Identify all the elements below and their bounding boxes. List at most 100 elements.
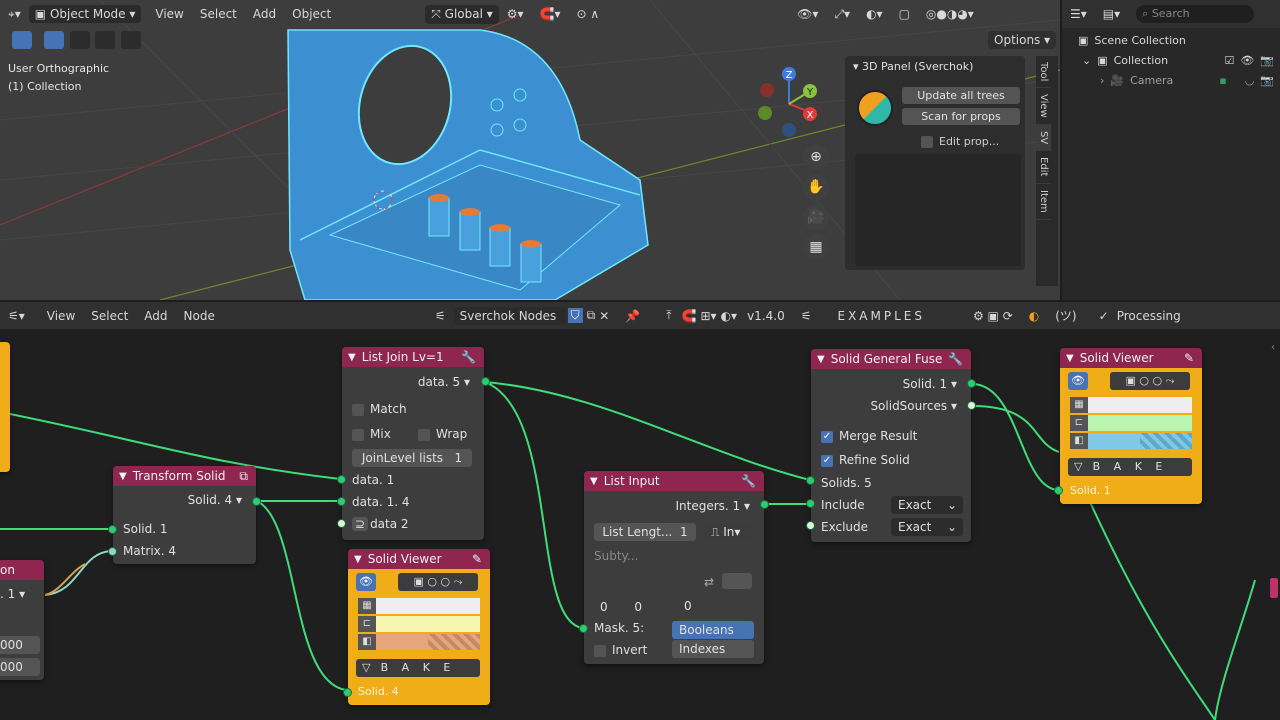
gizmo-icon[interactable]: ⤢▾ (834, 7, 850, 22)
transform-solid-title[interactable]: ▼ Transform Solid ⧉ (113, 466, 256, 486)
checkbox-icon[interactable]: ☑ (1224, 54, 1234, 67)
edit-prop-checkbox[interactable] (921, 136, 933, 148)
list-input-mask-socket[interactable] (579, 624, 588, 633)
booleans-option[interactable]: Booleans (672, 621, 754, 639)
3d-viewport[interactable]: ⌖▾ ▣ Object Mode ▾ View Select Add Objec… (0, 0, 1060, 300)
fuse-in-exclude-socket[interactable] (806, 521, 815, 530)
bake-button-b[interactable]: ▽ B A K E (1068, 458, 1192, 476)
face-icon[interactable]: ◧ (1070, 433, 1088, 449)
face-color-swatch[interactable] (1088, 433, 1140, 449)
invert-checkbox[interactable] (594, 644, 606, 657)
transform-solid-node[interactable]: ▼ Transform Solid ⧉ Solid. 4 ▾ Solid. 1 Ma… (113, 466, 256, 564)
grid-icon[interactable]: ▦ (358, 598, 376, 614)
edge-icon[interactable]: ⊏ (1070, 415, 1088, 431)
display-mode-icon[interactable]: ▤▾ (1103, 7, 1120, 21)
offscreen-field-1[interactable]: 000 (0, 636, 40, 654)
fuse-out1-socket[interactable] (967, 379, 976, 388)
toggle-icon[interactable] (722, 573, 752, 589)
eye-icon[interactable]: 👁 (356, 573, 376, 591)
visibility-icon[interactable]: 👁▾ (797, 7, 818, 21)
list-join-in3-socket[interactable] (337, 519, 346, 528)
match-toggle[interactable]: Match (352, 402, 407, 416)
include-mode-select[interactable]: Exact ⌄ (891, 496, 963, 514)
value-3[interactable]: 0 (684, 599, 692, 613)
chevron-left-icon[interactable]: ‹ (1271, 342, 1275, 353)
list-input-title[interactable]: ▼ List Input 🔧 (584, 471, 764, 491)
eye-icon[interactable]: 👁 (1068, 372, 1088, 390)
fuse-title[interactable]: ▼ Solid General Fuse 🔧 (811, 349, 971, 369)
list-join-title[interactable]: ▼ List Join Lv=1 🔧 (342, 347, 484, 367)
camera-render-icon[interactable]: 📷 (1260, 54, 1274, 67)
list-join-out-socket[interactable] (481, 377, 490, 386)
input-mode-select[interactable]: ⎍ In▾ (704, 523, 754, 541)
tab-sv[interactable]: SV (1036, 125, 1051, 152)
transform-out-socket[interactable] (252, 497, 261, 506)
tab-item[interactable]: Item (1036, 184, 1051, 220)
panel-header[interactable]: ▾ 3D Panel (Sverchok) (853, 60, 973, 73)
list-input-node[interactable]: ▼ List Input 🔧 Integers. 1 ▾ List Lengt...… (584, 471, 764, 664)
options-button[interactable]: Options ▾ (988, 31, 1057, 49)
offscreen-viewer-node[interactable] (0, 342, 10, 472)
scene-collection-row[interactable]: ▣ Scene Collection (1062, 30, 1280, 50)
editor-type-icon[interactable]: ⌖▾ (8, 7, 21, 22)
offscreen-node-title[interactable]: on (0, 560, 44, 580)
pivot-icon[interactable]: ⚙▾ (507, 7, 524, 21)
select-extend-icon[interactable] (69, 31, 90, 49)
chevron-right-icon[interactable]: › (1100, 74, 1104, 87)
node-editor[interactable]: ⚟▾ View Select Add Node ⚟ Sverchok Nodes… (0, 302, 1280, 720)
solid-viewer-a-in-socket[interactable] (343, 688, 352, 697)
merge-result-checkbox[interactable]: ✓ (821, 430, 833, 443)
tab-view[interactable]: View (1036, 88, 1051, 126)
edit-prop-toggle[interactable]: Edit prop... (921, 135, 999, 148)
edge-color-swatch[interactable] (376, 616, 480, 632)
outliner-type-icon[interactable]: ☰▾ (1070, 7, 1087, 21)
exclude-mode-select[interactable]: Exact ⌄ (891, 518, 963, 536)
list-join-in1-socket[interactable] (337, 475, 346, 484)
transform-in-solid-socket[interactable] (108, 525, 117, 534)
tab-edit[interactable]: Edit (1036, 151, 1051, 184)
chevron-down-icon[interactable]: ⌄ (1082, 54, 1091, 67)
fuse-in-solids-socket[interactable] (806, 476, 815, 485)
value-fields[interactable]: 0 0 (594, 598, 648, 616)
xray-icon[interactable]: ▢ (899, 7, 910, 21)
navigation-gizmo[interactable]: Z Y X (752, 64, 832, 144)
face-alpha-swatch[interactable] (1140, 433, 1192, 449)
shading-icons[interactable]: ◎●◑◕▾ (926, 7, 974, 21)
joinlevel-field[interactable]: JoinLevel lists 1 (352, 449, 472, 467)
zoom-icon[interactable]: ⊕ (803, 144, 829, 170)
display-mode-icons[interactable]: ▣ ○ ○ ⤳ (1110, 372, 1190, 390)
collection-row[interactable]: ⌄ ▣ Collection ☑ 👁 📷 (1062, 50, 1280, 70)
grid-icon[interactable]: ▦ (803, 234, 829, 260)
offscreen-field-2[interactable]: 000 (0, 658, 40, 676)
vertex-color-swatch[interactable] (376, 598, 480, 614)
list-join-in2-socket[interactable] (337, 497, 346, 506)
select-intersect-icon[interactable] (121, 31, 142, 49)
select-new-icon[interactable] (43, 31, 64, 49)
face-alpha-swatch[interactable] (428, 634, 480, 650)
overlay-icon[interactable]: ◐▾ (866, 7, 883, 21)
swap-icon[interactable]: ⇄ (704, 575, 714, 589)
edge-color-swatch[interactable] (1088, 415, 1192, 431)
camera-row[interactable]: › 🎥 Camera ▪ ◡ 📷 (1062, 70, 1280, 90)
offscreen-matrix-node[interactable]: on . 1 ▾ 000 000 (0, 560, 44, 680)
solid-viewer-node-b[interactable]: ▼ Solid Viewer ✎ 👁 ▣ ○ ○ ⤳ ▦ ⊏ ◧ ▽ B A K E … (1060, 348, 1202, 504)
edge-icon[interactable]: ⊏ (358, 616, 376, 632)
mode-select[interactable]: ▣ Object Mode ▾ (28, 5, 142, 23)
refine-solid-toggle[interactable]: ✓ Refine Solid (821, 453, 910, 467)
wrap-toggle[interactable]: Wrap (418, 427, 467, 441)
eye-icon[interactable]: 👁 (1240, 54, 1254, 67)
menu-object[interactable]: Object (292, 7, 331, 21)
match-checkbox[interactable] (352, 403, 364, 416)
solid-viewer-b-title[interactable]: ▼ Solid Viewer ✎ (1060, 348, 1202, 368)
menu-add[interactable]: Add (253, 7, 276, 21)
solid-viewer-a-title[interactable]: ▼ Solid Viewer ✎ (348, 549, 490, 569)
orientation-select[interactable]: ⤧ Global ▾ (425, 4, 499, 24)
refine-solid-checkbox[interactable]: ✓ (821, 454, 833, 467)
list-length-field[interactable]: List Lengt... 1 (594, 523, 696, 541)
fuse-out2-socket[interactable] (967, 401, 976, 410)
mix-checkbox[interactable] (352, 428, 364, 441)
solid-viewer-b-in-socket[interactable] (1054, 486, 1063, 495)
list-join-node[interactable]: ▼ List Join Lv=1 🔧 data. 5 ▾ Match Mix Wra… (342, 347, 484, 540)
face-icon[interactable]: ◧ (358, 634, 376, 650)
camera-render-icon[interactable]: 📷 (1260, 74, 1274, 87)
